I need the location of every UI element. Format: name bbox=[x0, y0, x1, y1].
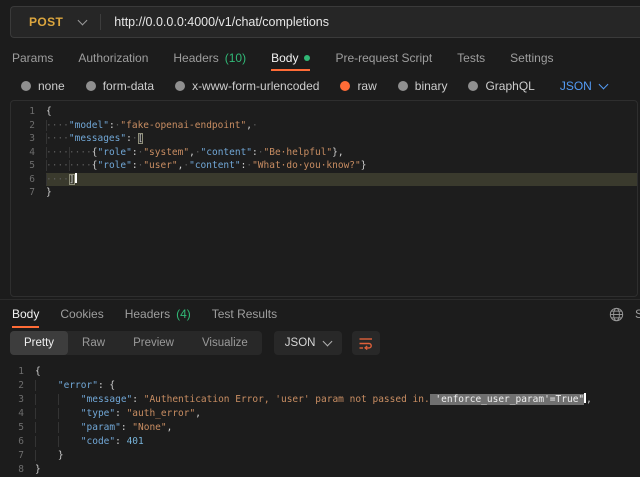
text-cursor bbox=[75, 173, 77, 183]
line-content: ····"messages":·[ bbox=[46, 132, 637, 146]
line-content: "error": { bbox=[35, 379, 640, 393]
code-line[interactable]: 1{ bbox=[11, 105, 637, 119]
method-selector[interactable]: POST bbox=[11, 15, 79, 29]
line-number: 6 bbox=[11, 173, 46, 187]
tab-body[interactable]: Body bbox=[271, 44, 310, 71]
line-number: 6 bbox=[0, 435, 35, 449]
line-content: } bbox=[35, 449, 640, 463]
view-visualize[interactable]: Visualize bbox=[188, 331, 262, 355]
response-tab-cookies[interactable]: Cookies bbox=[60, 300, 103, 328]
code-line[interactable]: 8} bbox=[0, 463, 640, 477]
line-content: "param": "None", bbox=[35, 421, 640, 435]
code-line[interactable]: 3····"messages":·[ bbox=[11, 132, 637, 146]
radio-raw[interactable]: raw bbox=[340, 79, 376, 93]
line-content: "type": "auth_error", bbox=[35, 407, 640, 421]
chevron-down-icon[interactable] bbox=[78, 16, 88, 26]
save-response-button-clipped[interactable]: S bbox=[635, 307, 640, 321]
radio-icon bbox=[86, 81, 96, 91]
line-number: 1 bbox=[11, 105, 46, 119]
response-tab-headers[interactable]: Headers(4) bbox=[125, 300, 191, 328]
raw-language-select[interactable]: JSON bbox=[560, 79, 607, 93]
line-number: 8 bbox=[0, 463, 35, 477]
tab-params[interactable]: Params bbox=[12, 44, 53, 71]
body-modified-dot-icon bbox=[304, 55, 310, 61]
code-line[interactable]: 4········{"role":·"system",·"content":·"… bbox=[11, 146, 637, 160]
line-number: 2 bbox=[11, 119, 46, 133]
divider bbox=[100, 14, 101, 30]
globe-icon[interactable] bbox=[608, 306, 624, 322]
tab-tests[interactable]: Tests bbox=[457, 44, 485, 71]
code-line[interactable]: 2····"model":·"fake-openai-endpoint",· bbox=[11, 119, 637, 133]
view-raw[interactable]: Raw bbox=[68, 331, 119, 355]
code-line[interactable]: 2 "error": { bbox=[0, 379, 640, 393]
line-content: ····"model":·"fake-openai-endpoint",· bbox=[46, 119, 637, 133]
code-line[interactable]: 7} bbox=[11, 186, 637, 200]
chevron-down-icon bbox=[323, 337, 333, 347]
radio-binary[interactable]: binary bbox=[398, 79, 448, 93]
response-format-select[interactable]: JSON bbox=[274, 331, 343, 355]
url-input[interactable]: http://0.0.0.0:4000/v1/chat/completions bbox=[114, 15, 329, 29]
response-toolbar: Pretty Raw Preview Visualize JSON bbox=[0, 328, 640, 358]
line-number: 3 bbox=[0, 393, 35, 407]
tab-pre-request-script[interactable]: Pre-request Script bbox=[335, 44, 432, 71]
line-number: 5 bbox=[11, 159, 46, 173]
code-line[interactable]: 5········{"role":·"user",·"content":·"Wh… bbox=[11, 159, 637, 173]
tab-headers[interactable]: Headers(10) bbox=[173, 44, 246, 71]
radio-x-www-form-urlencoded[interactable]: x-www-form-urlencoded bbox=[175, 79, 319, 93]
code-line[interactable]: 4 "type": "auth_error", bbox=[0, 407, 640, 421]
line-content: { bbox=[35, 365, 640, 379]
response-tab-test-results[interactable]: Test Results bbox=[212, 300, 277, 328]
radio-icon bbox=[468, 81, 478, 91]
response-tab-body[interactable]: Body bbox=[12, 300, 39, 328]
line-number: 2 bbox=[0, 379, 35, 393]
code-line[interactable]: 1{ bbox=[0, 365, 640, 379]
line-content: ····] bbox=[46, 173, 637, 187]
response-headers-count-badge: (4) bbox=[176, 307, 191, 321]
line-number: 1 bbox=[0, 365, 35, 379]
line-number: 5 bbox=[0, 421, 35, 435]
headers-count-badge: (10) bbox=[225, 51, 246, 65]
line-number: 7 bbox=[0, 449, 35, 463]
line-content: } bbox=[46, 186, 637, 200]
tab-settings[interactable]: Settings bbox=[510, 44, 553, 71]
response-tabs: Body Cookies Headers(4) Test Results S bbox=[0, 299, 640, 328]
line-content: ········{"role":·"user",·"content":·"Wha… bbox=[46, 159, 637, 173]
view-preview[interactable]: Preview bbox=[119, 331, 188, 355]
code-line[interactable]: 3 "message": "Authentication Error, 'use… bbox=[0, 393, 640, 407]
radio-icon bbox=[21, 81, 31, 91]
code-line[interactable]: 6····] bbox=[11, 173, 637, 187]
radio-selected-icon bbox=[340, 81, 350, 91]
line-content: ········{"role":·"system",·"content":·"B… bbox=[46, 146, 637, 160]
radio-graphql[interactable]: GraphQL bbox=[468, 79, 534, 93]
code-line[interactable]: 5 "param": "None", bbox=[0, 421, 640, 435]
request-body-editor[interactable]: 1{2····"model":·"fake-openai-endpoint",·… bbox=[10, 100, 638, 297]
line-content: } bbox=[35, 463, 640, 477]
line-number: 7 bbox=[11, 186, 46, 200]
line-content: "code": 401 bbox=[35, 435, 640, 449]
wrap-text-button[interactable] bbox=[352, 331, 380, 355]
line-number: 4 bbox=[0, 407, 35, 421]
radio-none[interactable]: none bbox=[21, 79, 65, 93]
radio-icon bbox=[175, 81, 185, 91]
code-line[interactable]: 6 "code": 401 bbox=[0, 435, 640, 449]
chevron-down-icon bbox=[598, 79, 608, 89]
response-view-switch: Pretty Raw Preview Visualize bbox=[10, 331, 262, 355]
line-content: "message": "Authentication Error, 'user'… bbox=[35, 393, 640, 407]
tab-authorization[interactable]: Authorization bbox=[78, 44, 148, 71]
request-tabs: Params Authorization Headers(10) Body Pr… bbox=[0, 44, 640, 71]
wrap-text-icon bbox=[359, 337, 373, 350]
line-number: 3 bbox=[11, 132, 46, 146]
request-url-row: POST http://0.0.0.0:4000/v1/chat/complet… bbox=[0, 0, 640, 44]
response-body-editor[interactable]: 1{2 "error": {3 "message": "Authenticati… bbox=[0, 358, 640, 477]
radio-icon bbox=[398, 81, 408, 91]
radio-form-data[interactable]: form-data bbox=[86, 79, 154, 93]
line-content: { bbox=[46, 105, 637, 119]
line-number: 4 bbox=[11, 146, 46, 160]
body-type-row: none form-data x-www-form-urlencoded raw… bbox=[0, 71, 640, 100]
view-pretty[interactable]: Pretty bbox=[10, 331, 68, 355]
url-bar: POST http://0.0.0.0:4000/v1/chat/complet… bbox=[10, 6, 640, 38]
code-line[interactable]: 7 } bbox=[0, 449, 640, 463]
